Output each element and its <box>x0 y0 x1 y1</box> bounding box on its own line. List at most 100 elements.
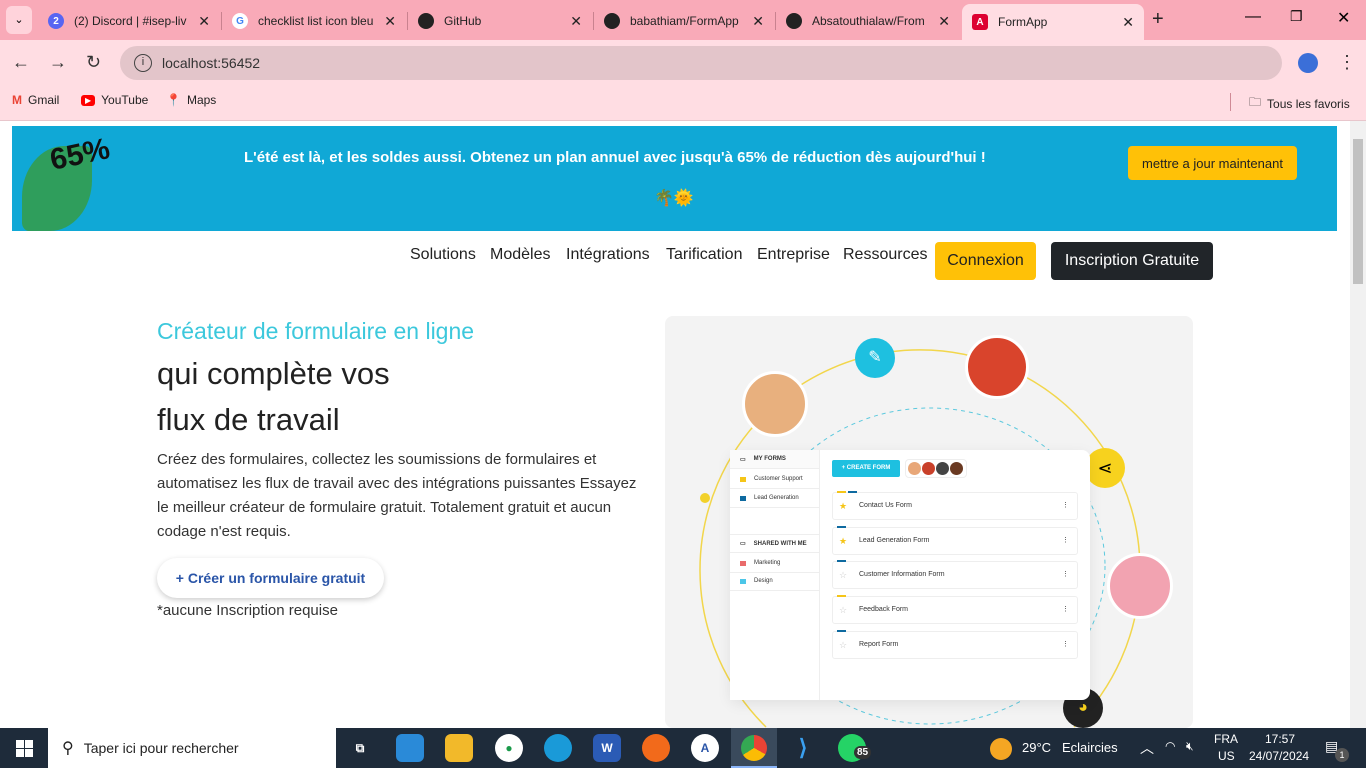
form-card: ☆ Customer Information Form ⋮ <box>832 560 1078 590</box>
login-button[interactable]: Connexion <box>935 242 1036 280</box>
tab-search-button[interactable]: ⌄ <box>6 6 32 34</box>
clock-date[interactable]: 24/07/2024 <box>1249 749 1309 763</box>
chrome-taskbar-button[interactable] <box>731 728 777 768</box>
tab-title: checklist list icon bleu <box>258 14 374 28</box>
upgrade-button[interactable]: mettre a jour maintenant <box>1128 146 1297 180</box>
close-icon[interactable]: ✕ <box>1122 14 1134 31</box>
form-name: Lead Generation Form <box>859 536 930 544</box>
mongodb-icon[interactable]: ● <box>495 734 523 762</box>
nav-integrations[interactable]: Intégrations <box>566 246 650 264</box>
sale-badge: 65% <box>47 132 113 177</box>
collaborator-avatars <box>905 459 967 478</box>
product-illustration: ✎ ⋖ ◕ ▭ MY FORMS Customer Support Lead Ge… <box>665 316 1193 728</box>
close-window-button[interactable]: ✕ <box>1337 8 1350 28</box>
form-card: ★ Lead Generation Form ⋮ <box>832 525 1078 555</box>
close-icon[interactable]: ✕ <box>752 13 764 30</box>
url-text[interactable]: localhost:56452 <box>162 55 260 71</box>
nav-solutions[interactable]: Solutions <box>410 246 476 264</box>
tab-title: Absatouthialaw/From <box>812 14 925 28</box>
more-options-icon: ⋮ <box>1062 571 1069 579</box>
nav-tarification[interactable]: Tarification <box>666 246 742 264</box>
start-button[interactable] <box>16 740 33 757</box>
new-tab-button[interactable]: + <box>1152 8 1164 31</box>
menu-icon[interactable]: ⋮ <box>1338 52 1356 73</box>
tray-chevron-icon[interactable]: ︿ <box>1140 738 1154 758</box>
folder-lead-generation[interactable]: Lead Generation <box>730 489 819 508</box>
bookmarks-bar: M Gmail ▶ YouTube 📍 Maps 🗀 Tous les favoris <box>0 85 1366 121</box>
form-card: ☆ Feedback Form ⋮ <box>832 595 1078 625</box>
bookmark-maps[interactable]: 📍 Maps <box>166 93 216 107</box>
search-icon: ⚲ <box>62 740 74 757</box>
app-icon[interactable]: A <box>691 734 719 762</box>
keyboard-layout[interactable]: US <box>1218 749 1235 763</box>
tab-title: FormApp <box>998 15 1048 29</box>
star-icon: ☆ <box>839 605 848 616</box>
avatar-red <box>965 335 1029 399</box>
tab-formapp[interactable]: A FormApp ✕ <box>962 4 1144 40</box>
github-icon <box>604 13 620 29</box>
maximize-button[interactable]: ❐ <box>1290 8 1303 25</box>
close-icon[interactable]: ✕ <box>384 13 396 30</box>
tab-bar: ⌄ 2 (2) Discord | #isep-liv ✕ Gchecklist l… <box>0 0 1366 40</box>
weather-icon[interactable] <box>990 738 1012 760</box>
taskbar-search[interactable]: ⚲ Taper ici pour rechercher <box>48 728 336 768</box>
github-icon <box>786 13 802 29</box>
address-bar[interactable]: i localhost:56452 <box>120 46 1282 80</box>
no-signup-note: *aucune Inscription requise <box>157 602 338 619</box>
angular-icon: A <box>972 14 988 30</box>
folder-customer-support[interactable]: Customer Support <box>730 470 819 489</box>
forward-icon[interactable]: → <box>49 52 67 73</box>
nav-entreprise[interactable]: Entreprise <box>757 246 830 264</box>
clock-time[interactable]: 17:57 <box>1265 732 1295 746</box>
close-icon[interactable]: ✕ <box>570 13 582 30</box>
folder-design[interactable]: Design <box>730 572 819 591</box>
nav-ressources[interactable]: Ressources <box>843 246 927 264</box>
back-icon[interactable]: ← <box>12 52 30 73</box>
signup-button[interactable]: Inscription Gratuite <box>1051 242 1213 280</box>
nav-modeles[interactable]: Modèles <box>490 246 550 264</box>
search-placeholder: Taper ici pour rechercher <box>83 740 239 756</box>
tab-google[interactable]: Gchecklist list icon bleu ✕ <box>222 6 406 36</box>
bookmark-youtube[interactable]: ▶ YouTube <box>81 93 148 107</box>
word-icon[interactable]: W <box>593 734 621 762</box>
star-icon: ★ <box>839 535 848 546</box>
close-icon[interactable]: ✕ <box>198 13 210 30</box>
vscode-icon[interactable]: ⟩ <box>789 734 817 762</box>
store-icon[interactable] <box>396 734 424 762</box>
tab-github[interactable]: GitHub ✕ <box>408 6 592 36</box>
weather-text[interactable]: Eclaircies <box>1062 740 1118 755</box>
avatar-man-beard <box>1107 553 1173 619</box>
tab-babathiam[interactable]: babathiam/FormApp ✕ <box>594 6 774 36</box>
site-info-icon[interactable]: i <box>134 54 152 72</box>
whatsapp-icon[interactable]: 85 <box>838 734 872 762</box>
bookmark-gmail[interactable]: M Gmail <box>12 93 59 107</box>
reload-icon[interactable]: ↻ <box>86 52 101 73</box>
task-view-icon[interactable]: ⧉ <box>346 734 374 762</box>
profile-avatar[interactable] <box>1298 53 1318 73</box>
edge-icon[interactable] <box>544 734 572 762</box>
tab-discord[interactable]: 2 (2) Discord | #isep-liv ✕ <box>38 6 220 36</box>
page-scrollbar[interactable] <box>1350 121 1366 728</box>
star-icon: ★ <box>839 501 848 511</box>
form-name: Report Form <box>859 640 899 648</box>
folder-marketing[interactable]: Marketing <box>730 554 819 573</box>
avatar-woman <box>742 371 808 437</box>
whatsapp-badge: 85 <box>854 746 872 759</box>
more-options-icon: ⋮ <box>1062 502 1069 509</box>
create-form-button[interactable]: + Créer un formulaire gratuit <box>157 558 384 598</box>
file-explorer-icon[interactable] <box>445 734 473 762</box>
bookmark-label: YouTube <box>101 93 149 107</box>
minimize-button[interactable]: — <box>1245 8 1261 26</box>
all-bookmarks[interactable]: 🗀 Tous les favoris <box>1249 93 1350 114</box>
my-forms-header: ▭ MY FORMS <box>730 450 819 469</box>
mute-icon[interactable]: 🔇︎ <box>1186 739 1194 754</box>
weather-temp[interactable]: 29°C <box>1022 740 1051 755</box>
wifi-icon[interactable]: ◠ <box>1165 739 1175 753</box>
language-code[interactable]: FRA <box>1214 732 1238 746</box>
form-card: ☆ Report Form ⋮ <box>832 629 1078 659</box>
share-icon: ⋖ <box>1085 448 1125 488</box>
more-options-icon: ⋮ <box>1062 536 1069 544</box>
firefox-icon[interactable] <box>642 734 670 762</box>
tab-absatou[interactable]: Absatouthialaw/From ✕ <box>776 6 960 36</box>
close-icon[interactable]: ✕ <box>938 13 950 30</box>
